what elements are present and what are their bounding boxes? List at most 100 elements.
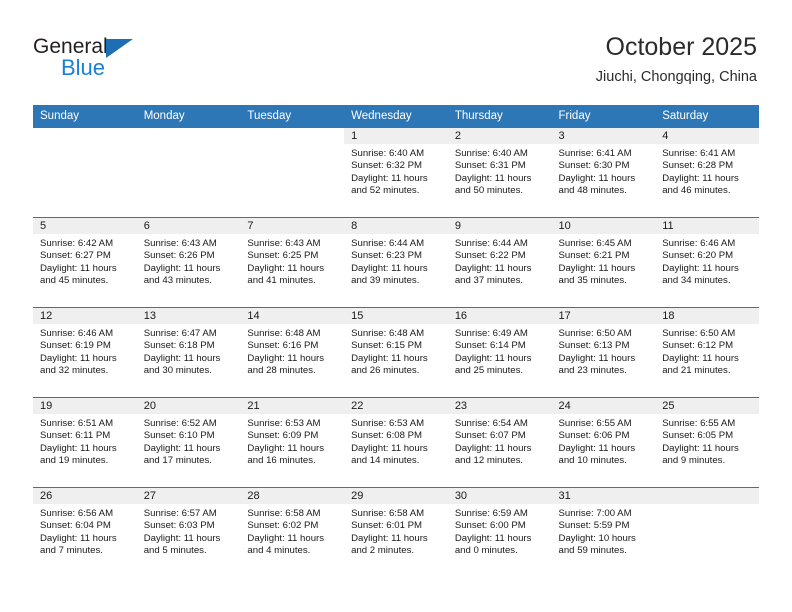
calendar-day-cell[interactable]: 26 Sunrise: 6:56 AM Sunset: 6:04 PM Dayligh… — [33, 487, 137, 577]
daylight-text-line2: and 0 minutes. — [454, 545, 518, 557]
calendar-day-cell[interactable]: 23 Sunrise: 6:54 AM Sunset: 6:07 PM Dayligh… — [447, 397, 552, 488]
day-cell-inner: 21 Sunrise: 6:53 AM Sunset: 6:09 PM Dayligh… — [240, 398, 345, 487]
day-details: Sunrise: 6:57 AM Sunset: 6:03 PM Daylight:… — [137, 504, 241, 558]
daylight-text-line1: Daylight: 11 hours — [454, 172, 532, 184]
sunrise-text: Sunrise: 6:40 AM — [454, 148, 528, 159]
sunset-text: Sunset: 6:14 PM — [454, 340, 526, 352]
day-number: 14 — [240, 308, 345, 324]
calendar-day-cell[interactable]: 11 Sunrise: 6:46 AM Sunset: 6:20 PM Dayligh… — [655, 217, 759, 308]
day-cell-inner: 19 Sunrise: 6:51 AM Sunset: 6:11 PM Dayligh… — [33, 398, 137, 487]
calendar-day-cell[interactable]: 14 Sunrise: 6:48 AM Sunset: 6:16 PM Dayligh… — [240, 307, 345, 398]
sunset-text: Sunset: 6:05 PM — [662, 430, 734, 442]
calendar-day-cell[interactable]: 6 Sunrise: 6:43 AM Sunset: 6:26 PM Daylight… — [136, 217, 241, 308]
daylight-text-line1: Daylight: 11 hours — [662, 262, 739, 274]
calendar-day-cell[interactable]: 16 Sunrise: 6:49 AM Sunset: 6:14 PM Dayligh… — [447, 307, 552, 398]
sunset-text: Sunset: 6:15 PM — [351, 340, 423, 352]
sunset-text: Sunset: 6:04 PM — [40, 520, 111, 532]
calendar-day-cell[interactable]: 8 Sunrise: 6:44 AM Sunset: 6:23 PM Daylight… — [344, 217, 448, 308]
calendar-day-cell[interactable]: 12 Sunrise: 6:46 AM Sunset: 6:19 PM Dayligh… — [33, 307, 137, 398]
sunrise-text: Sunrise: 6:43 AM — [143, 238, 217, 249]
day-cell-inner: 15 Sunrise: 6:48 AM Sunset: 6:15 PM Dayligh… — [344, 308, 448, 397]
calendar-day-cell[interactable]: 24 Sunrise: 6:55 AM Sunset: 6:06 PM Dayligh… — [551, 397, 656, 488]
dow-header-tuesday: Tuesday — [240, 105, 345, 128]
calendar-day-cell[interactable]: 25 Sunrise: 6:55 AM Sunset: 6:05 PM Dayligh… — [655, 397, 759, 488]
daylight-text-line2: and 46 minutes. — [662, 185, 731, 197]
calendar-day-cell[interactable]: 29 Sunrise: 6:58 AM Sunset: 6:01 PM Dayligh… — [344, 487, 448, 577]
day-cell-inner: 26 Sunrise: 6:56 AM Sunset: 6:04 PM Dayligh… — [33, 488, 137, 577]
day-cell-inner: 25 Sunrise: 6:55 AM Sunset: 6:05 PM Dayligh… — [655, 398, 759, 487]
calendar-day-cell[interactable]: 2 Sunrise: 6:40 AM Sunset: 6:31 PM Daylight… — [447, 127, 552, 218]
calendar-day-cell[interactable]: 28 Sunrise: 6:58 AM Sunset: 6:02 PM Dayligh… — [240, 487, 345, 577]
page-title: October 2025 — [605, 33, 758, 61]
calendar-day-cell[interactable]: 17 Sunrise: 6:50 AM Sunset: 6:13 PM Dayligh… — [551, 307, 656, 398]
sunrise-text: Sunrise: 6:46 AM — [40, 328, 114, 339]
calendar-week-row: 19 Sunrise: 6:51 AM Sunset: 6:11 PM Dayligh… — [33, 397, 759, 488]
calendar-day-cell[interactable]: 21 Sunrise: 6:53 AM Sunset: 6:09 PM Dayligh… — [240, 397, 345, 488]
calendar-day-cell[interactable]: 30 Sunrise: 6:59 AM Sunset: 6:00 PM Dayligh… — [447, 487, 552, 577]
day-number: 25 — [655, 398, 759, 414]
sunset-text: Sunset: 6:02 PM — [247, 520, 319, 532]
calendar-day-cell[interactable]: 22 Sunrise: 6:53 AM Sunset: 6:08 PM Dayligh… — [344, 397, 448, 488]
day-number: 30 — [447, 488, 552, 504]
day-number: 29 — [344, 488, 448, 504]
calendar-day-cell[interactable]: 5 Sunrise: 6:42 AM Sunset: 6:27 PM Daylight… — [33, 217, 137, 308]
day-cell-inner: 2 Sunrise: 6:40 AM Sunset: 6:31 PM Daylight… — [447, 128, 552, 217]
sunset-text: Sunset: 6:01 PM — [351, 520, 423, 532]
day-details: Sunrise: 6:49 AM Sunset: 6:14 PM Daylight:… — [448, 324, 552, 378]
daylight-text-line1: Daylight: 11 hours — [143, 262, 221, 274]
calendar-day-cell[interactable]: 4 Sunrise: 6:41 AM Sunset: 6:28 PM Daylight… — [655, 127, 759, 218]
calendar-day-cell[interactable]: 10 Sunrise: 6:45 AM Sunset: 6:21 PM Dayligh… — [551, 217, 656, 308]
calendar-day-cell[interactable]: 7 Sunrise: 6:43 AM Sunset: 6:25 PM Daylight… — [240, 217, 345, 308]
day-details: Sunrise: 6:40 AM Sunset: 6:32 PM Daylight:… — [344, 144, 448, 198]
sunrise-text: Sunrise: 6:58 AM — [247, 508, 321, 519]
sunrise-text: Sunrise: 6:55 AM — [558, 418, 632, 429]
day-number: 21 — [240, 398, 345, 414]
daylight-text-line2: and 5 minutes. — [143, 545, 207, 557]
page-header: General Blue October 2025 Jiuchi, Chongq… — [0, 0, 792, 98]
logo-text-general: General — [33, 35, 108, 58]
daylight-text-line2: and 48 minutes. — [558, 185, 627, 197]
sunset-text: Sunset: 6:30 PM — [558, 160, 630, 172]
calendar-day-cell[interactable]: 15 Sunrise: 6:48 AM Sunset: 6:15 PM Dayligh… — [344, 307, 448, 398]
day-number: 27 — [136, 488, 241, 504]
calendar-day-cell[interactable]: 9 Sunrise: 6:44 AM Sunset: 6:22 PM Daylight… — [447, 217, 552, 308]
calendar-grid: Sunday Monday Tuesday Wednesday Thursday… — [33, 105, 759, 577]
calendar-day-cell[interactable]: 20 Sunrise: 6:52 AM Sunset: 6:10 PM Dayligh… — [136, 397, 241, 488]
day-details: Sunrise: 6:44 AM Sunset: 6:22 PM Daylight:… — [448, 234, 552, 288]
calendar-day-cell[interactable]: 27 Sunrise: 6:57 AM Sunset: 6:03 PM Dayligh… — [136, 487, 241, 577]
day-cell-inner: 9 Sunrise: 6:44 AM Sunset: 6:22 PM Daylight… — [447, 218, 552, 307]
day-cell-inner: 17 Sunrise: 6:50 AM Sunset: 6:13 PM Dayligh… — [551, 308, 656, 397]
calendar-day-cell[interactable]: 13 Sunrise: 6:47 AM Sunset: 6:18 PM Dayligh… — [136, 307, 241, 398]
daylight-text-line2: and 59 minutes. — [558, 545, 627, 557]
day-cell-inner: 8 Sunrise: 6:44 AM Sunset: 6:23 PM Daylight… — [344, 218, 448, 307]
calendar-day-cell[interactable]: 3 Sunrise: 6:41 AM Sunset: 6:30 PM Daylight… — [551, 127, 656, 218]
day-details: Sunrise: 6:53 AM Sunset: 6:08 PM Daylight:… — [344, 414, 448, 468]
daylight-text-line1: Daylight: 11 hours — [351, 352, 428, 364]
day-number: 13 — [136, 308, 241, 324]
calendar-day-cell[interactable]: 31 Sunrise: 7:00 AM Sunset: 5:59 PM Dayligh… — [551, 487, 656, 577]
day-details: Sunrise: 6:50 AM Sunset: 6:12 PM Daylight:… — [655, 324, 759, 378]
day-details: Sunrise: 6:40 AM Sunset: 6:31 PM Daylight:… — [448, 144, 552, 198]
day-cell-inner: 23 Sunrise: 6:54 AM Sunset: 6:07 PM Dayligh… — [447, 398, 552, 487]
page-subtitle: Jiuchi, Chongqing, China — [595, 68, 757, 85]
daylight-text-line2: and 12 minutes. — [454, 455, 524, 467]
daylight-text-line2: and 26 minutes. — [351, 365, 420, 377]
calendar-day-cell[interactable] — [655, 487, 759, 577]
day-details: Sunrise: 6:41 AM Sunset: 6:28 PM Daylight:… — [655, 144, 759, 198]
day-cell-inner: 18 Sunrise: 6:50 AM Sunset: 6:12 PM Dayligh… — [655, 308, 759, 397]
sunset-text: Sunset: 6:10 PM — [143, 430, 215, 442]
calendar-cell-empty — [240, 127, 345, 218]
sunrise-text: Sunrise: 6:41 AM — [558, 148, 632, 159]
calendar-day-cell[interactable]: 18 Sunrise: 6:50 AM Sunset: 6:12 PM Dayligh… — [655, 307, 759, 398]
daylight-text-line2: and 17 minutes. — [143, 455, 212, 467]
sunset-text: Sunset: 6:25 PM — [247, 250, 319, 262]
calendar-day-cell[interactable]: 19 Sunrise: 6:51 AM Sunset: 6:11 PM Dayligh… — [33, 397, 137, 488]
calendar-day-cell[interactable]: 1 Sunrise: 6:40 AM Sunset: 6:32 PM Daylight… — [344, 127, 448, 218]
daylight-text-line2: and 28 minutes. — [247, 365, 316, 377]
daylight-text-line1: Daylight: 11 hours — [247, 532, 325, 544]
day-details: Sunrise: 6:54 AM Sunset: 6:07 PM Daylight:… — [448, 414, 552, 468]
daylight-text-line1: Daylight: 11 hours — [558, 352, 636, 364]
sunset-text: Sunset: 6:08 PM — [351, 430, 423, 442]
day-number: 26 — [33, 488, 137, 504]
day-details: Sunrise: 6:46 AM Sunset: 6:20 PM Daylight:… — [655, 234, 759, 288]
